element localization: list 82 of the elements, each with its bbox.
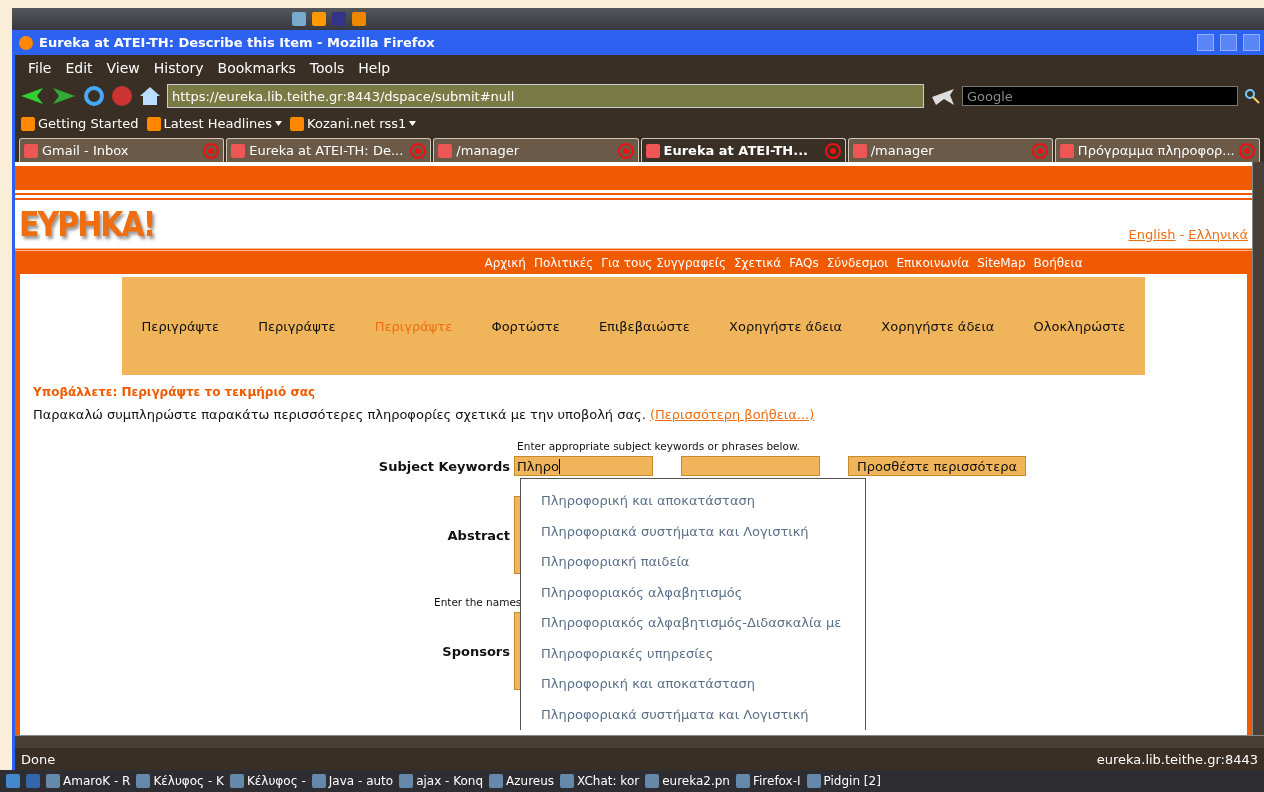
- home-icon[interactable]: [139, 85, 161, 107]
- bookmark-item[interactable]: Getting Started: [21, 116, 139, 131]
- input-field[interactable]: [681, 456, 820, 476]
- field-label: Subject Keywords: [377, 458, 510, 474]
- browser-tab[interactable]: /manager: [847, 138, 1053, 162]
- caret-icon: [275, 121, 283, 126]
- taskbar-item[interactable]: eureka2.pn: [645, 774, 730, 788]
- menu-item[interactable]: Help: [351, 60, 398, 76]
- launcher-icon[interactable]: [352, 12, 366, 26]
- launcher-icon[interactable]: [332, 12, 346, 26]
- suggestion-item[interactable]: Πληροφοριακά συστήματα και Λογιστική: [541, 523, 865, 542]
- window-title: Eureka at ATEI-TH: Describe this Item - Mozilla Firefox: [39, 35, 436, 50]
- suggestion-item[interactable]: Πληροφοριακή παιδεία: [541, 554, 865, 573]
- step-label[interactable]: Περιγράψτε: [258, 318, 336, 334]
- close-tab-icon[interactable]: [1239, 142, 1256, 159]
- status-host: eureka.lib.teithe.gr:8443: [1096, 751, 1258, 767]
- site-logo: ΕΥΡΗΚΑ!: [19, 205, 155, 244]
- taskbar-item[interactable]: Firefox-I: [735, 774, 801, 788]
- intro-text: Παρακαλώ συμπληρώστε παρακάτω περισσότερες πληροφορίες σχετικά με την υποβολή σας.: [33, 407, 646, 422]
- suggestion-item[interactable]: Πληροφοριακά συστήματα και Λογιστική: [541, 706, 865, 725]
- stop-icon[interactable]: [111, 85, 133, 107]
- browser-tab[interactable]: /manager: [433, 138, 639, 162]
- browser-tab[interactable]: Πρόγραμμα πληροφορ...: [1054, 138, 1261, 162]
- step-label[interactable]: Ολοκληρώστε: [1033, 318, 1126, 334]
- hint-text: Enter appropriate subject keywords or phrases below.: [516, 440, 801, 452]
- reload-icon[interactable]: [83, 85, 105, 107]
- menu-item[interactable]: Bookmarks: [210, 60, 303, 76]
- launcher-icon[interactable]: [312, 12, 326, 26]
- taskbar-item[interactable]: AmaroK - R: [46, 774, 131, 788]
- menu-item[interactable]: View: [99, 60, 147, 76]
- step-label[interactable]: Χορηγήστε άδεια: [729, 318, 843, 334]
- field-label: Abstract: [446, 527, 510, 543]
- suggestion-item[interactable]: Πληροφορική και αποκατάσταση: [541, 676, 865, 695]
- page-heading: Υποβάλλετε: Περιγράψτε το τεκμήριό σας: [33, 385, 317, 399]
- browser-tab[interactable]: Eureka at ATEI-TH...: [640, 138, 846, 162]
- menu-item[interactable]: History: [146, 60, 211, 76]
- url-text: https://eureka.lib.teithe.gr:8443/dspace/submit#null: [172, 88, 516, 104]
- hint-text: Enter the names: [434, 596, 523, 608]
- close-tab-icon[interactable]: [203, 142, 220, 159]
- menu-item[interactable]: Edit: [58, 60, 100, 76]
- back-arrow-icon[interactable]: [19, 86, 45, 106]
- step-label[interactable]: Χορηγήστε άδεια: [881, 318, 995, 334]
- taskbar-item[interactable]: Κέλυφος -: [229, 774, 306, 788]
- suggestion-item[interactable]: Πληροφοριακός αλφαβητισμός: [541, 584, 865, 603]
- menu-item[interactable]: File: [21, 60, 59, 76]
- launcher-icon[interactable]: [292, 12, 306, 26]
- browser-tab[interactable]: Gmail - Inbox: [19, 138, 225, 162]
- menu-item[interactable]: Tools: [302, 60, 352, 76]
- field-label: Sponsors: [441, 643, 510, 659]
- search-icon[interactable]: [1244, 88, 1260, 104]
- desktop-icon[interactable]: [26, 774, 40, 788]
- separator-text: -: [1179, 227, 1185, 242]
- search-field[interactable]: Google: [962, 86, 1238, 106]
- status-text: Done: [21, 751, 56, 767]
- browser-tab[interactable]: Eureka at ATEI-TH: De...: [226, 138, 432, 162]
- browser-icon: [19, 35, 33, 50]
- close-tab-icon[interactable]: [824, 142, 841, 159]
- step-label[interactable]: Φορτώστε: [491, 318, 560, 334]
- horizontal-scrollbar[interactable]: [15, 735, 1264, 748]
- close-tab-icon[interactable]: [410, 142, 427, 159]
- suggestion-item[interactable]: Πληροφοριακός αλφαβητισμός-Διδασκαλία με: [541, 615, 865, 634]
- step-label[interactable]: Περιγράψτε: [141, 318, 219, 334]
- start-icon[interactable]: [6, 774, 20, 788]
- caret-icon: [409, 121, 417, 126]
- step-label[interactable]: Επιβεβαιώστε: [598, 318, 690, 334]
- vertical-scrollbar[interactable]: [1252, 162, 1264, 735]
- taskbar-item[interactable]: Azureus: [489, 774, 555, 788]
- taskbar-item[interactable]: XChat: kor: [560, 774, 640, 788]
- forward-arrow-icon[interactable]: [51, 86, 77, 106]
- taskbar-item[interactable]: ajax - Konq: [399, 774, 484, 788]
- taskbar-item[interactable]: Pidgin [2]: [806, 774, 881, 788]
- add-more-button[interactable]: Προσθέστε περισσότερα: [848, 456, 1027, 476]
- bookmark-item[interactable]: Latest Headlines: [146, 116, 283, 131]
- close-tab-icon[interactable]: [617, 142, 634, 159]
- taskbar-item[interactable]: Java - auto: [311, 774, 394, 788]
- address-field[interactable]: https://eureka.lib.teithe.gr:8443/dspace/submit#null: [167, 84, 924, 108]
- taskbar-item[interactable]: Κέλυφος - K: [136, 774, 224, 788]
- suggestion-item[interactable]: Πληροφορική και αποκατάσταση: [541, 493, 865, 512]
- bookmark-item[interactable]: Kozani.net rss1: [290, 116, 417, 131]
- close-tab-icon[interactable]: [1031, 142, 1048, 159]
- suggestion-item[interactable]: Πληροφοριακές υπηρεσίες: [541, 645, 865, 664]
- input-field[interactable]: Πληρο: [514, 456, 653, 476]
